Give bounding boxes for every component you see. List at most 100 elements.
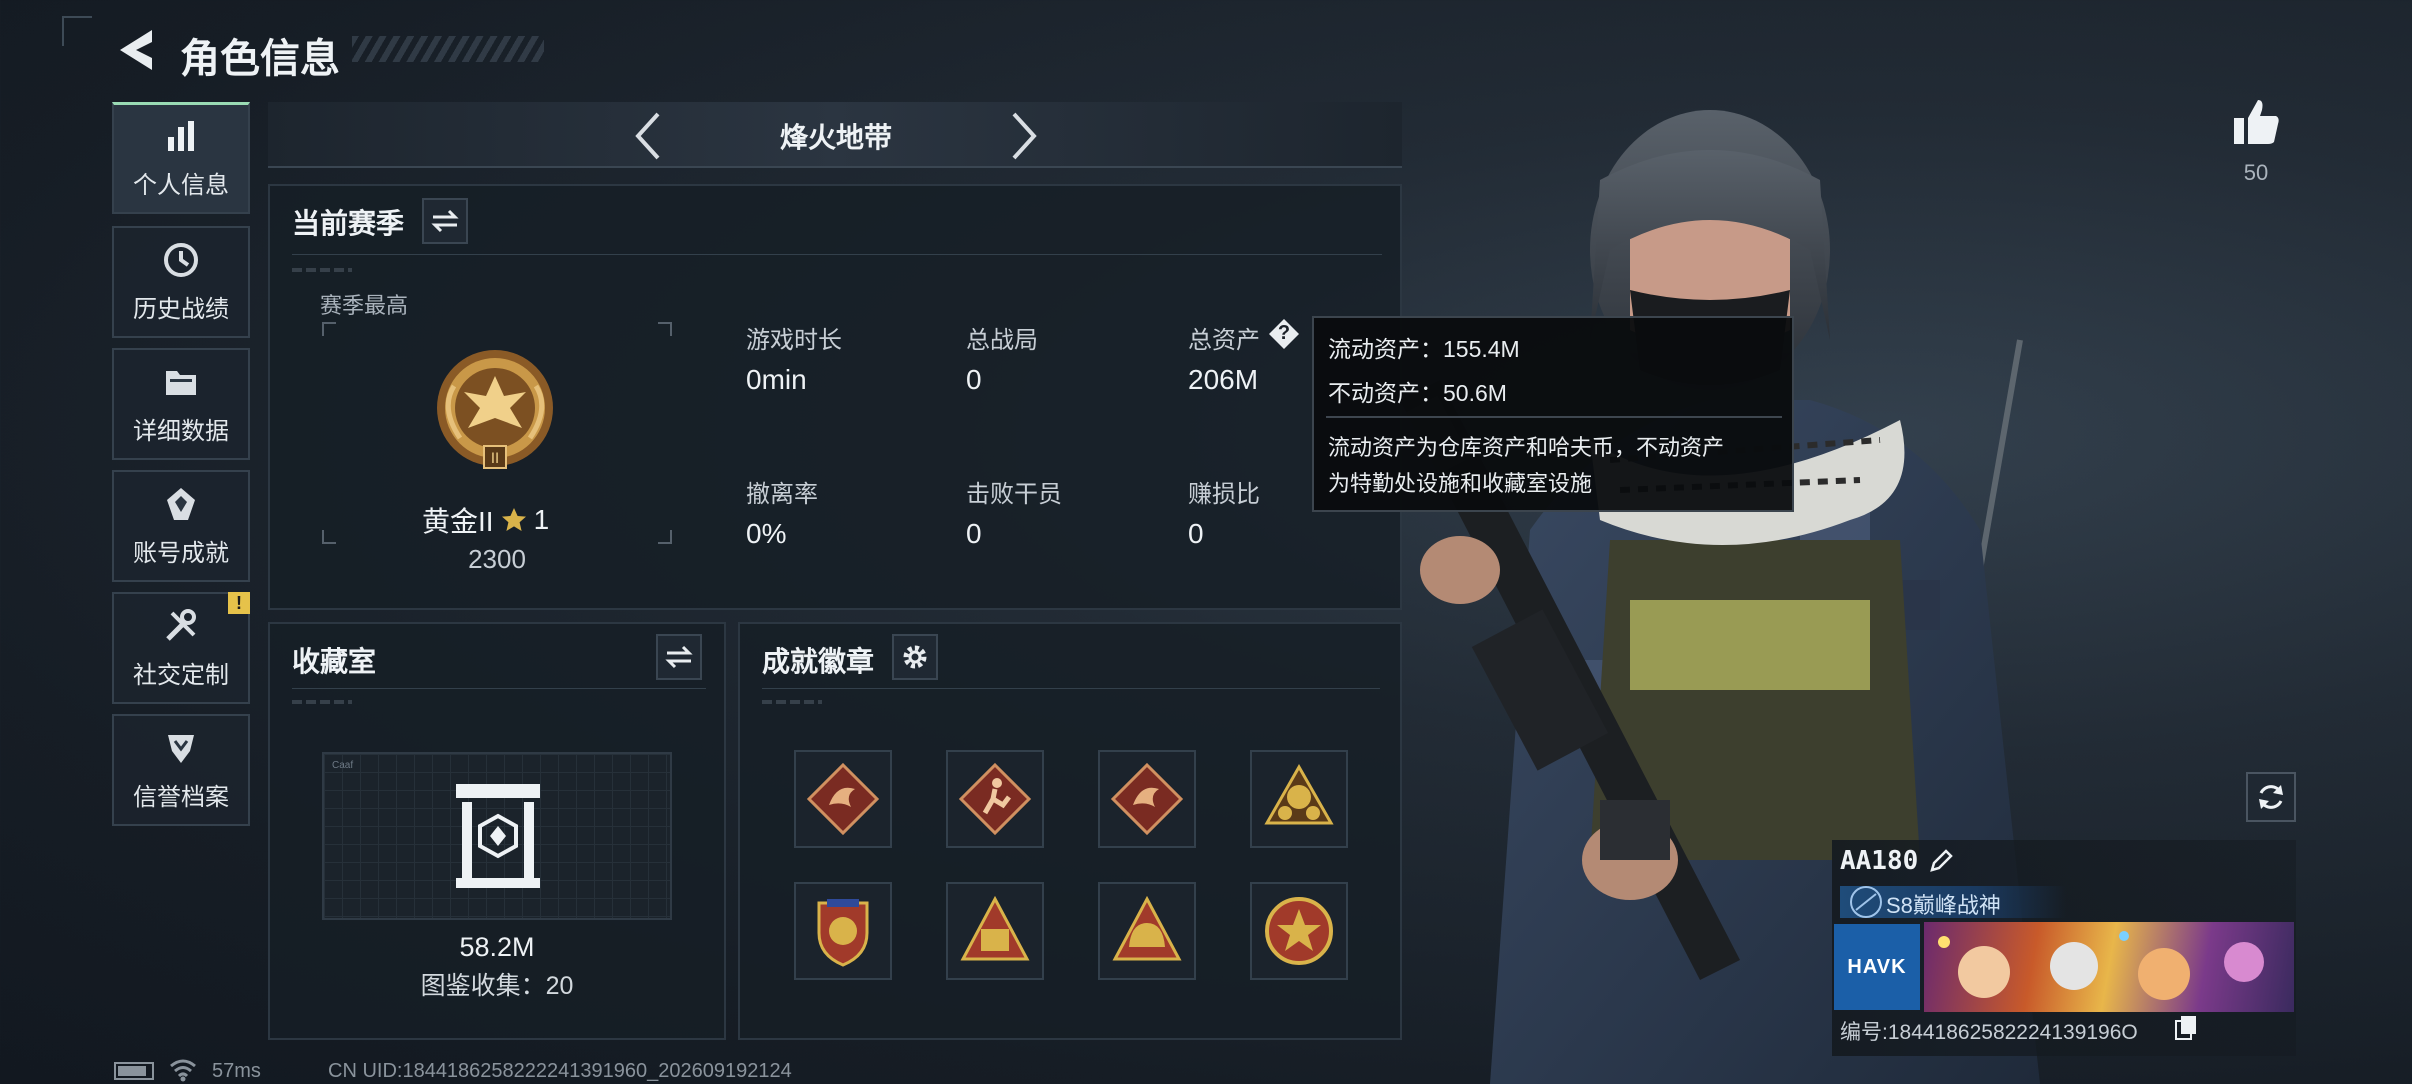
deco-lines (292, 268, 352, 272)
rank-score: 2300 (468, 544, 526, 574)
achievement-badge[interactable] (1250, 750, 1348, 848)
rank-name-row: 黄金II 1 (422, 502, 572, 538)
section-divider (292, 688, 706, 689)
collection-value: 58.2M (459, 932, 535, 962)
title-stripes (352, 36, 544, 62)
tooltip-divider (1326, 416, 1782, 418)
ping-text: 57ms (212, 1060, 261, 1082)
svg-text:II: II (491, 451, 499, 467)
star-icon (501, 508, 526, 531)
player-title: S8巅峰战神 (1886, 893, 2001, 918)
corner-mark (62, 16, 92, 46)
stat-value: 0min (746, 364, 807, 395)
sidebar-item-label: 详细数据 (133, 417, 229, 445)
shield-badge-icon (817, 899, 869, 967)
section-divider (292, 254, 1382, 255)
wifi-icon (168, 1056, 198, 1082)
sidebar-item-label: 社交定制 (133, 661, 229, 689)
stat-label: 游戏时长 (746, 327, 842, 354)
sidebar-item-label: 个人信息 (133, 172, 229, 199)
deco-lines (292, 700, 352, 704)
thumbs-up-icon (2234, 100, 2279, 144)
achievement-badge[interactable] (794, 882, 892, 980)
folder-icon (166, 370, 196, 395)
assets-tooltip: 流动资产：155.4M 不动资产：50.6M 流动资产为仓库资产和哈夫币，不动资… (1312, 316, 1794, 512)
star-medal-badge-icon (1264, 763, 1334, 825)
banner-art-icon (1938, 931, 2264, 1000)
copy-id-button[interactable] (2174, 1014, 2198, 1040)
dragon-badge-icon (1110, 762, 1184, 836)
mode-next-button[interactable] (1004, 108, 1044, 164)
clock-icon (164, 242, 198, 277)
collection-count: 图鉴收集：20 (420, 972, 574, 1000)
sidebar-item-detail-data[interactable]: 详细数据 (112, 348, 250, 460)
section-divider (762, 688, 1380, 689)
stat-label: 总战局 (966, 327, 1038, 354)
chevron-right-icon (1012, 112, 1037, 160)
season-best-label: 赛季最高 (320, 293, 409, 318)
sidebar-item-history[interactable]: 历史战绩 (112, 226, 250, 338)
stat-label: 撤离率 (746, 481, 818, 508)
tooltip-liquid: 流动资产：155.4M (1328, 336, 1520, 362)
alert-badge: ! (228, 592, 250, 614)
achievement-badge[interactable] (946, 882, 1044, 980)
vault-icon (452, 780, 544, 892)
helmet-badge-icon (1112, 895, 1182, 961)
runner-badge-icon (958, 762, 1032, 836)
rank-emblem-icon: II (430, 346, 560, 478)
back-arrow-icon (120, 30, 152, 70)
mode-label: 烽火地带 (779, 122, 892, 153)
sidebar-item-achievements[interactable]: 账号成就 (112, 470, 250, 582)
edit-name-button[interactable] (1928, 848, 1954, 874)
achievement-icon (167, 487, 195, 520)
collection-switch-button[interactable] (656, 634, 702, 680)
achievements-title: 成就徽章 (762, 646, 875, 677)
help-button[interactable]: ? (1268, 318, 1300, 350)
rank-stars: 1 (533, 504, 550, 535)
achievements-settings-button[interactable] (892, 634, 938, 680)
sidebar-item-label: 账号成就 (133, 539, 229, 567)
stat-label: 击败干员 (966, 481, 1062, 508)
collection-screen-caption: Caaf (332, 760, 354, 771)
stat-value: 0 (966, 518, 982, 549)
refresh-icon (2259, 785, 2283, 809)
season-title: 当前赛季 (292, 208, 405, 239)
stat-value: 0 (1188, 518, 1204, 549)
team-logo-text: HAVK (1847, 955, 1907, 978)
like-button[interactable] (2230, 96, 2282, 148)
player-banner[interactable] (1924, 922, 2294, 1012)
battery-icon (114, 1062, 154, 1080)
season-switch-button[interactable] (422, 198, 468, 244)
player-id: 编号:18441862582224139196O (1840, 1021, 2138, 1044)
title-emblem-icon (1848, 884, 1884, 920)
stat-value: 206M (1188, 364, 1259, 395)
like-count: 50 (2243, 160, 2269, 185)
tools-icon (166, 608, 196, 641)
rotate-button[interactable] (2246, 772, 2296, 822)
dragon-badge-icon (806, 762, 880, 836)
sidebar-item-label: 历史战绩 (133, 295, 229, 323)
gear-icon (903, 645, 927, 669)
sidebar-item-reputation[interactable]: 信誉档案 (112, 714, 250, 826)
copy-icon (2175, 1016, 2196, 1040)
achievement-badge[interactable] (1098, 882, 1196, 980)
pencil-icon (1930, 849, 1953, 872)
achievement-badge[interactable] (1098, 750, 1196, 848)
achievement-badge[interactable] (1250, 882, 1348, 980)
achievement-badge[interactable] (794, 750, 892, 848)
sidebar-item-personal-info[interactable]: 个人信息 (112, 102, 250, 214)
player-name: AA180 (1840, 846, 1919, 876)
tooltip-desc-line: 流动资产为仓库资产和哈夫币，不动资产 (1328, 435, 1725, 460)
back-button[interactable] (112, 24, 160, 76)
tooltip-fixed: 不动资产：50.6M (1328, 380, 1507, 406)
triangle-badge-icon (960, 895, 1030, 961)
swap-icon (431, 209, 459, 233)
achievement-badge[interactable] (946, 750, 1044, 848)
sidebar-item-label: 信誉档案 (133, 783, 229, 811)
collection-title: 收藏室 (292, 646, 377, 677)
team-logo: HAVK (1834, 924, 1920, 1010)
tooltip-desc-line: 为特勤处设施和收藏室设施 (1328, 471, 1593, 496)
mode-prev-button[interactable] (628, 108, 668, 164)
star-seal-badge-icon (1265, 897, 1333, 965)
sidebar-item-social[interactable]: 社交定制 ! (112, 592, 250, 704)
